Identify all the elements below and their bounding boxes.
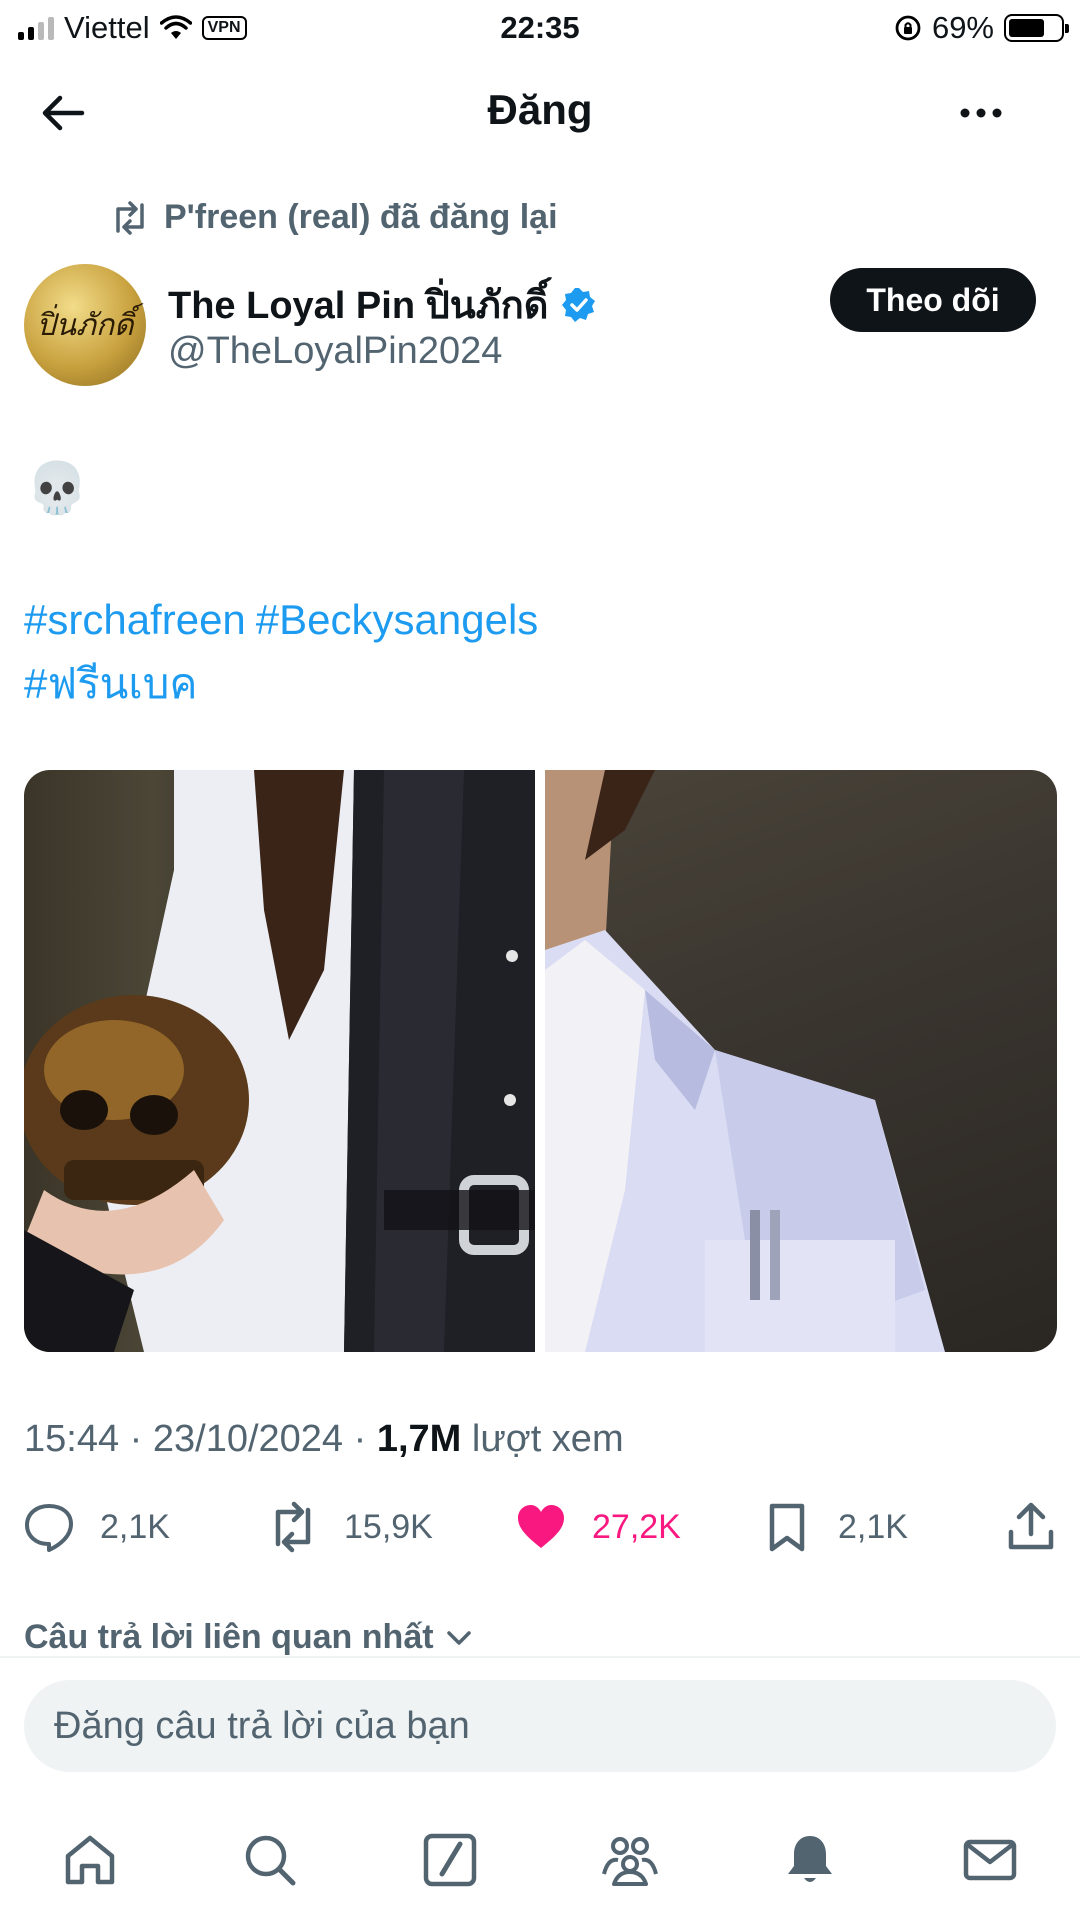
repost-count: 15,9K — [344, 1507, 433, 1546]
post-meta: 15:44 · 23/10/2024 · 1,7M lượt xem — [24, 1418, 624, 1461]
reply-button[interactable]: 2,1K — [22, 1500, 170, 1554]
status-bar-right: 69% — [894, 10, 1069, 46]
notifications-icon — [788, 1836, 832, 1882]
more-icon[interactable] — [954, 86, 1008, 140]
media-image-1[interactable] — [24, 770, 535, 1352]
bottom-nav — [0, 1800, 1080, 1920]
author-handle[interactable]: @TheLoyalPin2024 — [168, 330, 502, 373]
battery-icon — [1004, 14, 1069, 42]
avatar-logo-text: ปิ่นภักดิ์ — [36, 307, 134, 343]
repost-icon — [116, 200, 144, 235]
bookmark-count: 2,1K — [838, 1507, 908, 1546]
home-icon — [65, 1835, 115, 1885]
repost-icon — [275, 1501, 311, 1553]
post-time: 15:44 — [24, 1418, 120, 1460]
reply-placeholder: Đăng câu trả lời của bạn — [54, 1704, 470, 1747]
repost-indicator[interactable]: P'freen (real) đã đăng lại — [110, 198, 558, 237]
battery-percent: 69% — [931, 10, 994, 45]
search-icon — [245, 1835, 296, 1886]
tweet-emoji: 💀 — [26, 460, 89, 516]
reply-input[interactable]: Đăng câu trả lời của bạn — [24, 1680, 1056, 1772]
action-bar: 2,1K 15,9K 27,2K 2,1K — [0, 1500, 1080, 1570]
nav-notifications[interactable] — [780, 1830, 840, 1890]
replies-heading-label: Câu trả lời liên quan nhất — [24, 1618, 434, 1656]
like-button[interactable]: 27,2K — [514, 1500, 681, 1554]
post-date: 23/10/2024 — [152, 1418, 344, 1460]
media-image-2[interactable] — [545, 770, 1057, 1352]
repost-text: P'freen (real) đã đăng lại — [164, 198, 558, 236]
views-label: lượt xem — [471, 1418, 624, 1460]
avatar[interactable]: ปิ่นภักดิ์ — [24, 264, 146, 386]
nav-messages[interactable] — [960, 1830, 1020, 1890]
nav-home[interactable] — [60, 1830, 120, 1890]
view-count: 1,7M — [376, 1418, 462, 1460]
repost-button[interactable]: 15,9K — [266, 1500, 433, 1554]
bookmark-button[interactable]: 2,1K — [760, 1500, 908, 1554]
meta-separator: · — [353, 1418, 367, 1460]
rotation-lock-icon — [895, 15, 921, 41]
media-grid — [24, 770, 1057, 1352]
like-count: 27,2K — [592, 1507, 681, 1546]
hashtag-link[interactable]: #ฟรีนเบค — [24, 652, 197, 716]
chevron-down-icon — [446, 1630, 471, 1645]
divider — [0, 1656, 1080, 1658]
media-image-2-illustration — [545, 770, 945, 1352]
share-button[interactable] — [1004, 1500, 1058, 1554]
author-name-row[interactable]: The Loyal Pin ปิ่นภักดิ์ — [168, 274, 598, 335]
meta-separator: · — [129, 1418, 143, 1460]
replies-sort-dropdown[interactable]: Câu trả lời liên quan nhất — [24, 1618, 474, 1657]
communities-icon — [602, 1837, 658, 1886]
nav-communities[interactable] — [600, 1830, 660, 1890]
like-icon — [518, 1505, 564, 1548]
nav-search[interactable] — [240, 1830, 300, 1890]
post-header: Đăng — [0, 60, 1080, 160]
media-image-1-illustration — [24, 770, 535, 1352]
reply-count: 2,1K — [100, 1507, 170, 1546]
bookmark-icon — [769, 1503, 805, 1552]
share-icon — [1008, 1502, 1054, 1550]
reply-icon — [25, 1504, 73, 1552]
nav-grok[interactable] — [420, 1830, 480, 1890]
follow-button[interactable]: Theo dõi — [830, 268, 1036, 332]
author-name: The Loyal Pin ปิ่นภักดิ์ — [168, 285, 549, 327]
hashtag-link[interactable]: #Beckysangels — [256, 588, 539, 652]
grok-icon — [423, 1833, 477, 1887]
verified-badge-icon — [562, 287, 596, 322]
hashtags: #srchafreen #Beckysangels #ฟรีนเบค — [24, 588, 924, 716]
hashtag-link[interactable]: #srchafreen — [24, 588, 246, 652]
page-title: Đăng — [487, 86, 593, 133]
status-bar: Viettel VPN 22:35 69% — [0, 0, 1080, 56]
messages-icon — [963, 1839, 1017, 1881]
